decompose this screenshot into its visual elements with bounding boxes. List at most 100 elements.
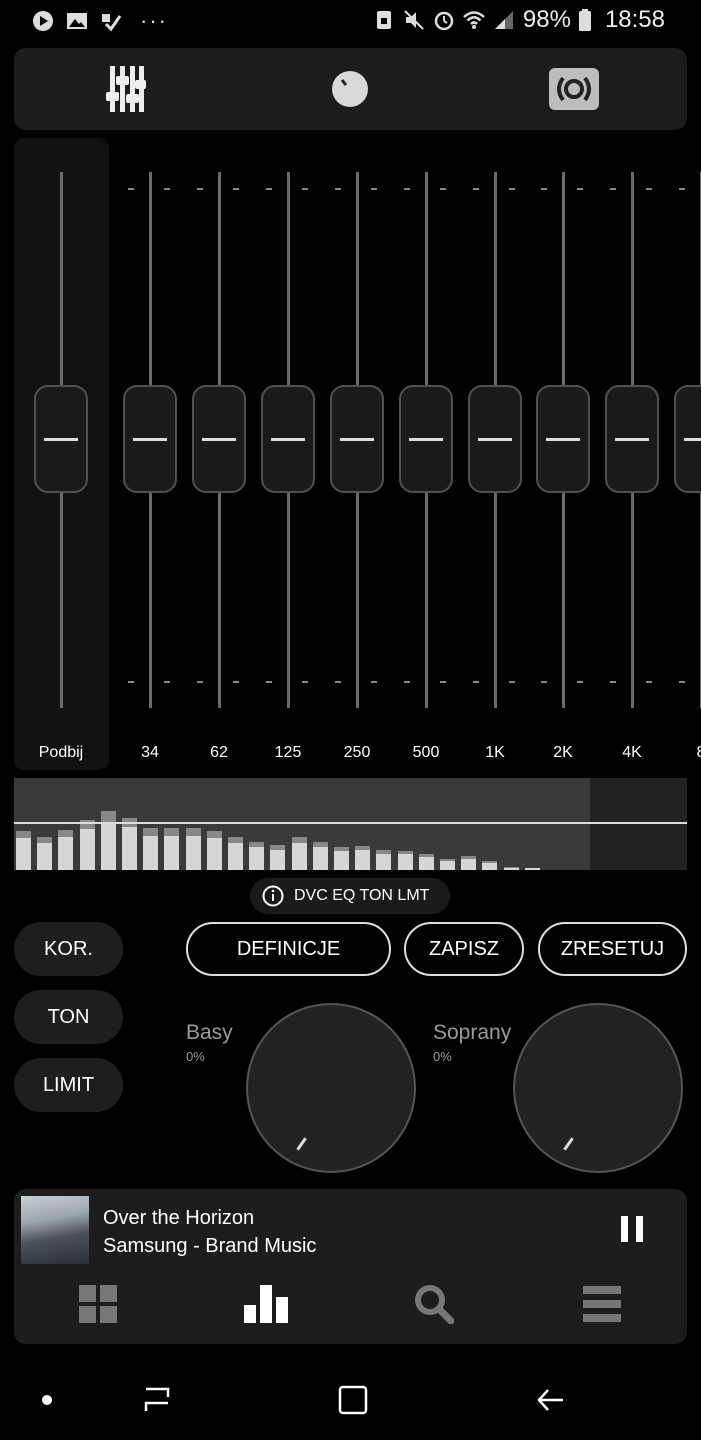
spectrum-bar-peak xyxy=(37,837,53,843)
tick-mark xyxy=(404,188,410,190)
tick-mark xyxy=(679,188,685,190)
track-artist[interactable]: Samsung - Brand Music xyxy=(103,1235,316,1258)
nav-dot-button[interactable] xyxy=(27,1380,67,1420)
home-button[interactable] xyxy=(333,1380,373,1420)
treble-label: Soprany xyxy=(433,1021,512,1044)
tick-mark xyxy=(509,188,515,190)
pause-icon[interactable] xyxy=(621,1216,643,1242)
alarm-icon xyxy=(434,11,454,31)
definicje-button[interactable]: DEFINICJE xyxy=(186,922,391,976)
nav-equalizer[interactable] xyxy=(182,1279,350,1329)
tick-mark xyxy=(610,188,616,190)
spectrum-bar-peak xyxy=(376,850,392,854)
play-icon xyxy=(33,11,53,31)
spectrum-bar-peak xyxy=(143,828,159,836)
tick-mark xyxy=(197,188,203,190)
preamp-slider-knob[interactable] xyxy=(34,385,88,493)
spectrum-bar-peak xyxy=(270,845,286,850)
tick-mark xyxy=(473,681,479,683)
system-navigation-bar xyxy=(0,1360,701,1440)
signal-icon xyxy=(494,11,513,29)
spectrum-bar-peak xyxy=(503,867,519,868)
speaker-icon xyxy=(549,68,599,110)
recents-button[interactable] xyxy=(137,1380,177,1420)
tick-mark xyxy=(302,188,308,190)
treble-dial[interactable] xyxy=(513,1003,683,1173)
bass-dial[interactable] xyxy=(246,1003,416,1173)
band-slider-500-knob[interactable] xyxy=(399,385,453,493)
band-slider-62-knob[interactable] xyxy=(192,385,246,493)
equalizer-tab[interactable] xyxy=(14,48,238,130)
tick-mark xyxy=(164,681,170,683)
zresetuj-button[interactable]: ZRESETUJ xyxy=(538,922,687,976)
tick-mark xyxy=(509,681,515,683)
ton-button[interactable]: TON xyxy=(14,990,123,1044)
spectrum-bar xyxy=(37,837,53,870)
spectrum-bar xyxy=(122,818,137,870)
menu-icon xyxy=(583,1286,621,1322)
album-art[interactable] xyxy=(21,1196,89,1264)
band-slider-125-knob[interactable] xyxy=(261,385,315,493)
tick-mark xyxy=(541,681,547,683)
band-label: 250 xyxy=(343,744,371,761)
nav-menu[interactable] xyxy=(518,1279,686,1329)
mute-icon xyxy=(404,10,424,30)
nav-library[interactable] xyxy=(14,1279,182,1329)
spectrum-bar xyxy=(79,820,95,870)
clock: 18:58 xyxy=(604,6,665,33)
effects-status-text: DVC EQ TON LMT xyxy=(294,887,430,904)
track-title[interactable]: Over the Horizon xyxy=(103,1207,254,1230)
spectrum-bar xyxy=(524,868,540,870)
back-button[interactable] xyxy=(530,1380,570,1420)
home-icon xyxy=(338,1385,368,1415)
status-overflow: ··· xyxy=(140,8,168,33)
tick-mark xyxy=(197,681,203,683)
spectrum-bar-peak xyxy=(461,856,477,859)
band-slider-34-knob[interactable] xyxy=(123,385,177,493)
spectrum-bar-peak xyxy=(440,859,455,861)
nav-search[interactable] xyxy=(350,1279,518,1329)
tick-mark xyxy=(440,681,446,683)
knob-tab[interactable] xyxy=(238,48,462,130)
spectrum-analyzer xyxy=(14,778,687,870)
tick-mark xyxy=(266,188,272,190)
effects-status-chip[interactable]: DVC EQ TON LMT xyxy=(250,878,450,914)
spectrum-bar xyxy=(228,837,243,870)
mini-player: Over the Horizon Samsung - Brand Music xyxy=(14,1189,687,1344)
limit-button[interactable]: LIMIT xyxy=(14,1058,123,1112)
tick-mark xyxy=(541,188,547,190)
spectrum-bar xyxy=(503,867,519,870)
kor-button[interactable]: KOR. xyxy=(14,922,123,976)
status-right-icons: 98% 18:58 xyxy=(373,6,665,34)
image-icon xyxy=(67,13,87,29)
spectrum-bar xyxy=(249,842,265,870)
status-left-icons: ··· xyxy=(32,8,168,34)
spectrum-bar-peak xyxy=(100,811,116,822)
spectrum-bar xyxy=(312,842,328,870)
spectrum-bar-peak xyxy=(355,846,371,850)
band-slider-2K-knob[interactable] xyxy=(536,385,590,493)
spectrum-bar xyxy=(376,850,392,870)
band-slider-250-knob[interactable] xyxy=(330,385,384,493)
speaker-tab[interactable] xyxy=(462,48,686,130)
check-icon xyxy=(102,14,122,32)
band-slider-4K-knob[interactable] xyxy=(605,385,659,493)
wifi-icon xyxy=(463,11,485,29)
tick-mark xyxy=(335,681,341,683)
spectrum-bar xyxy=(16,831,31,870)
grid-icon xyxy=(79,1285,117,1323)
search-icon xyxy=(415,1285,454,1324)
spectrum-bar xyxy=(440,859,455,870)
spectrum-bar-peak xyxy=(334,847,349,851)
spectrum-bar xyxy=(143,828,159,870)
equalizer-sliders-icon xyxy=(106,66,146,112)
band-slider-8-knob[interactable] xyxy=(674,385,701,493)
spectrum-bar-peak xyxy=(185,828,201,836)
tick-mark xyxy=(302,681,308,683)
bass-value: 0% xyxy=(186,1049,205,1064)
band-slider-1K-knob[interactable] xyxy=(468,385,522,493)
spectrum-bar xyxy=(185,828,201,870)
equalizer: Podbij 34 62 125 250 500 1K 2K 4K 8 xyxy=(0,138,701,772)
spectrum-bar-peak xyxy=(249,842,265,847)
zapisz-button[interactable]: ZAPISZ xyxy=(404,922,524,976)
